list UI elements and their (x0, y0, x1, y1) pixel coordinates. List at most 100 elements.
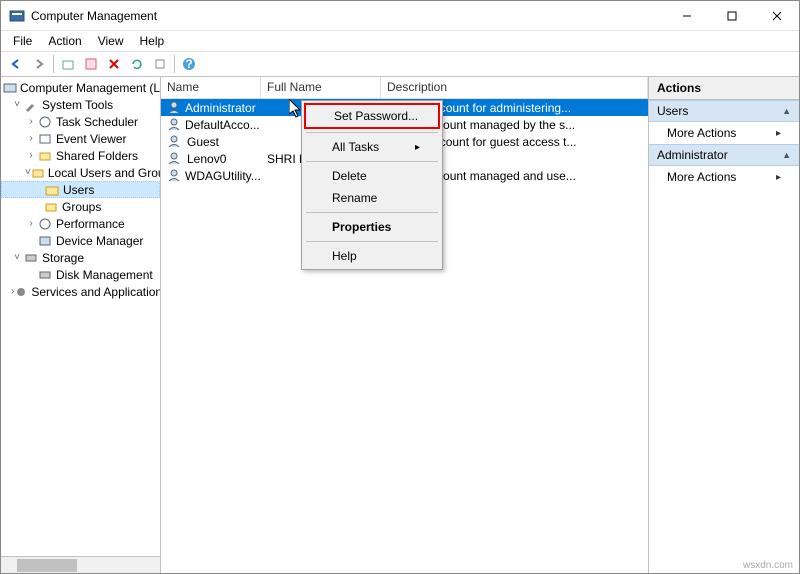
menu-view[interactable]: View (90, 32, 132, 50)
tree-label: Task Scheduler (56, 115, 138, 129)
up-button[interactable] (57, 53, 79, 75)
event-icon (37, 131, 53, 147)
chevron-up-icon: ▲ (782, 150, 791, 160)
ctx-all-tasks[interactable]: All Tasks ▸ (304, 136, 440, 158)
arrow-right-icon: ▸ (776, 172, 781, 183)
ctx-label: Rename (332, 191, 377, 205)
delete-button[interactable] (103, 53, 125, 75)
folder-icon (37, 148, 53, 164)
users-icon (31, 165, 45, 181)
ctx-rename[interactable]: Rename (304, 187, 440, 209)
wrench-icon (23, 97, 39, 113)
tree-root[interactable]: Computer Management (Local) (1, 79, 160, 96)
expand-icon[interactable]: › (25, 150, 37, 161)
column-description[interactable]: Description (381, 77, 648, 98)
tree-storage[interactable]: ˅ Storage (1, 249, 160, 266)
export-button[interactable] (149, 53, 171, 75)
user-icon (167, 134, 183, 150)
actions-pane: Actions Users ▲ More Actions ▸ Administr… (649, 77, 799, 573)
chevron-up-icon: ▲ (782, 106, 791, 116)
cell-name: Guest (187, 135, 219, 149)
column-name[interactable]: Name (161, 77, 261, 98)
ctx-help[interactable]: Help (304, 245, 440, 267)
tree-label: Groups (62, 200, 101, 214)
list-header: Name Full Name Description (161, 77, 648, 99)
tree-label: Computer Management (Local) (20, 81, 160, 95)
close-button[interactable] (754, 1, 799, 30)
cell-name: Administrator (185, 101, 256, 115)
tree-label: Services and Applications (31, 285, 160, 299)
ctx-separator (306, 212, 438, 213)
tree-label: Disk Management (56, 268, 153, 282)
expand-icon[interactable]: › (25, 133, 37, 144)
tree-performance[interactable]: › Performance (1, 215, 160, 232)
window-title: Computer Management (31, 9, 664, 23)
tree-services[interactable]: › Services and Applications (1, 283, 160, 300)
expand-icon[interactable]: › (25, 116, 37, 127)
clock-icon (37, 114, 53, 130)
arrow-right-icon: ▸ (776, 128, 781, 139)
tree-scrollbar[interactable] (1, 556, 160, 573)
menu-action[interactable]: Action (40, 32, 89, 50)
window: Computer Management File Action View Hel… (0, 0, 800, 574)
tree-label: Performance (56, 217, 125, 231)
app-icon (9, 8, 25, 24)
tree-label: Users (63, 183, 94, 197)
ctx-set-password[interactable]: Set Password... (304, 103, 440, 129)
ctx-label: Delete (332, 169, 367, 183)
device-icon (37, 233, 53, 249)
tree-system-tools[interactable]: ˅ System Tools (1, 96, 160, 113)
refresh-button[interactable] (126, 53, 148, 75)
actions-more-administrator[interactable]: More Actions ▸ (649, 166, 799, 188)
menu-bar: File Action View Help (1, 31, 799, 51)
properties-button[interactable] (80, 53, 102, 75)
folder-open-icon (44, 182, 60, 198)
submenu-arrow-icon: ▸ (415, 142, 420, 153)
tree-pane: Computer Management (Local) ˅ System Too… (1, 77, 161, 573)
computer-icon (3, 80, 17, 96)
cell-name: WDAGUtility... (185, 169, 261, 183)
tree-shared-folders[interactable]: › Shared Folders (1, 147, 160, 164)
expand-icon[interactable]: › (25, 218, 37, 229)
expand-icon[interactable]: ˅ (11, 99, 23, 110)
svg-text:?: ? (185, 57, 192, 71)
forward-button[interactable] (28, 53, 50, 75)
ctx-delete[interactable]: Delete (304, 165, 440, 187)
folder-icon (43, 199, 59, 215)
actions-section-users[interactable]: Users ▲ (649, 100, 799, 122)
ctx-label: Properties (332, 220, 391, 234)
tree-users[interactable]: Users (1, 181, 160, 198)
help-button[interactable]: ? (178, 53, 200, 75)
collapse-icon[interactable]: ˅ (11, 252, 23, 263)
gear-icon (14, 284, 28, 300)
maximize-button[interactable] (709, 1, 754, 30)
tree-label: System Tools (42, 98, 113, 112)
ctx-separator (306, 241, 438, 242)
minimize-button[interactable] (664, 1, 709, 30)
tree-label: Shared Folders (56, 149, 138, 163)
back-button[interactable] (5, 53, 27, 75)
toolbar: ? (1, 51, 799, 77)
tree-groups[interactable]: Groups (1, 198, 160, 215)
actions-link-label: More Actions (667, 170, 736, 184)
actions-section-label: Administrator (657, 148, 728, 162)
tree-disk-management[interactable]: Disk Management (1, 266, 160, 283)
tree-event-viewer[interactable]: › Event Viewer (1, 130, 160, 147)
tree-task-scheduler[interactable]: › Task Scheduler (1, 113, 160, 130)
ctx-properties[interactable]: Properties (304, 216, 440, 238)
storage-icon (23, 250, 39, 266)
ctx-label: All Tasks (332, 140, 379, 154)
cell-name: DefaultAcco... (185, 118, 260, 132)
tree-device-manager[interactable]: Device Manager (1, 232, 160, 249)
actions-section-administrator[interactable]: Administrator ▲ (649, 144, 799, 166)
user-icon (167, 168, 181, 184)
user-icon (167, 100, 181, 116)
column-fullname[interactable]: Full Name (261, 77, 381, 98)
title-bar: Computer Management (1, 1, 799, 31)
cell-name: Lenov0 (187, 152, 226, 166)
actions-more-users[interactable]: More Actions ▸ (649, 122, 799, 144)
tree-local-users[interactable]: ˅ Local Users and Groups (1, 164, 160, 181)
menu-help[interactable]: Help (132, 32, 173, 50)
tree-label: Local Users and Groups (48, 166, 160, 180)
menu-file[interactable]: File (5, 32, 40, 50)
